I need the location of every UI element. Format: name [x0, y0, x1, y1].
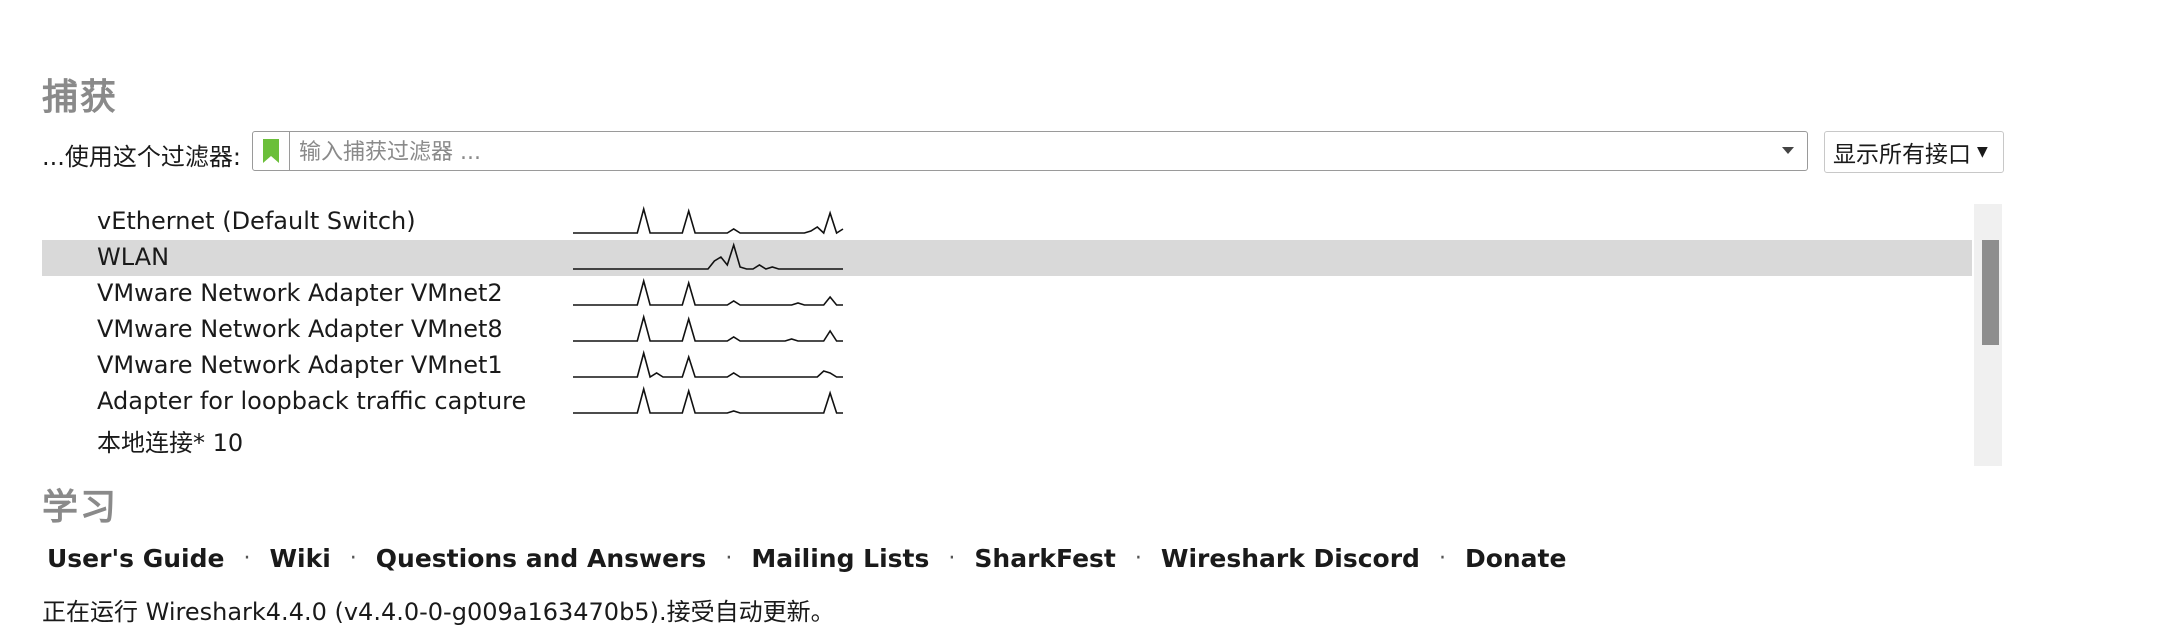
interface-row[interactable]: Adapter for loopback traffic capture	[42, 384, 1972, 420]
interface-list-scrollbar[interactable]	[1974, 204, 2002, 466]
link-separator: ·	[948, 545, 956, 571]
learn-link[interactable]: User's Guide	[47, 544, 224, 573]
interface-name: 本地连接* 10	[97, 429, 244, 457]
link-separator: ·	[243, 545, 251, 571]
sparkline-path	[573, 278, 843, 306]
interface-name: Adapter for loopback traffic capture	[97, 387, 527, 415]
show-all-interfaces-label: 显示所有接口	[1833, 142, 1971, 168]
capture-heading: 捕获	[42, 77, 119, 118]
learn-links: User's Guide · Wiki · Questions and Answers ·…	[47, 540, 1566, 576]
learn-link[interactable]: Donate	[1465, 544, 1567, 573]
capture-filter-input[interactable]	[297, 134, 1741, 170]
interface-list[interactable]: vEthernet (Default Switch) WLAN VMware Net…	[42, 204, 2002, 466]
sparkline-path	[573, 314, 843, 342]
learn-link[interactable]: Wireshark Discord	[1161, 544, 1420, 573]
capture-filter-label: ...使用这个过滤器:	[42, 143, 241, 171]
interface-name: VMware Network Adapter VMnet2	[97, 279, 503, 307]
interface-row[interactable]: VMware Network Adapter VMnet2	[42, 276, 1972, 312]
learn-link[interactable]: Mailing Lists	[751, 544, 929, 573]
scrollbar-thumb[interactable]	[1982, 240, 1999, 345]
caret-down-icon: ▼	[1977, 144, 1988, 160]
interface-row[interactable]: 本地连接* 10	[42, 420, 1972, 457]
interface-name: vEthernet (Default Switch)	[97, 207, 416, 235]
learn-heading: 学习	[42, 487, 119, 528]
sparkline-path	[573, 242, 843, 270]
sparkline-path	[573, 206, 844, 235]
sparkline-path	[573, 386, 843, 414]
status-text: 正在运行 Wireshark4.4.0 (v4.4.0-0-g009a16347…	[42, 598, 835, 626]
interface-name: VMware Network Adapter VMnet1	[97, 351, 503, 379]
capture-filter-box[interactable]	[252, 131, 1808, 171]
traffic-sparkline	[573, 350, 843, 379]
traffic-sparkline	[573, 242, 843, 270]
interface-row[interactable]: vEthernet (Default Switch)	[42, 204, 1972, 240]
link-separator: ·	[1134, 545, 1142, 571]
link-separator: ·	[349, 545, 357, 571]
interface-name: VMware Network Adapter VMnet8	[97, 315, 503, 343]
learn-link[interactable]: Questions and Answers	[376, 544, 707, 573]
interface-row[interactable]: VMware Network Adapter VMnet1	[42, 348, 1972, 384]
bookmark-icon[interactable]	[253, 132, 290, 170]
interface-row[interactable]: VMware Network Adapter VMnet8	[42, 312, 1972, 348]
traffic-sparkline	[573, 206, 844, 235]
traffic-sparkline	[573, 278, 843, 306]
sparkline-path	[573, 350, 843, 379]
link-separator: ·	[1438, 545, 1446, 571]
capture-filter-row: ...使用这个过滤器: 显示所有接口 ▼	[42, 131, 2004, 173]
traffic-sparkline	[573, 314, 843, 342]
traffic-sparkline	[573, 386, 843, 414]
learn-link[interactable]: SharkFest	[974, 544, 1115, 573]
show-all-interfaces-button[interactable]: 显示所有接口 ▼	[1824, 131, 2004, 173]
link-separator: ·	[725, 545, 733, 571]
chevron-down-icon[interactable]	[1773, 132, 1803, 170]
learn-link[interactable]: Wiki	[269, 544, 330, 573]
interface-row[interactable]: WLAN	[42, 240, 1972, 276]
interface-name: WLAN	[97, 243, 170, 271]
